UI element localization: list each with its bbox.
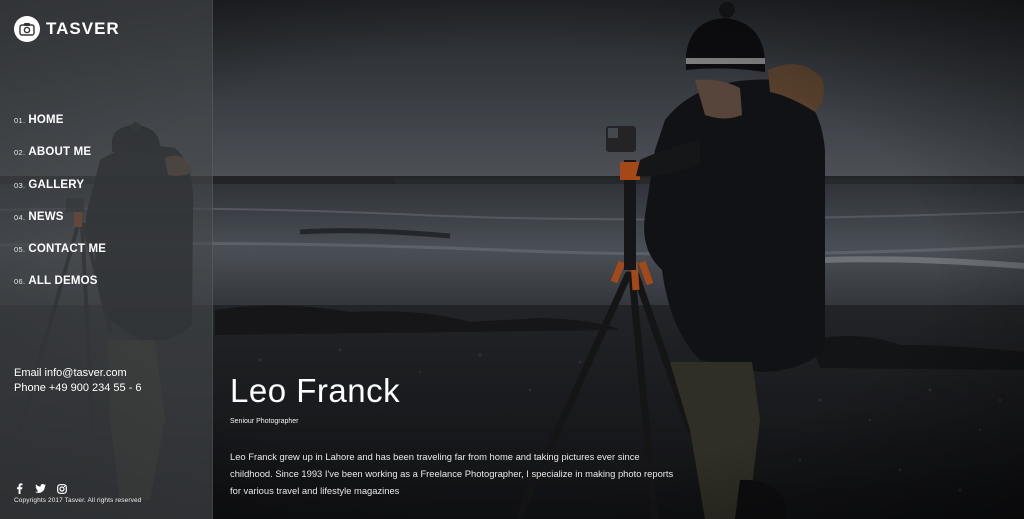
nav-item-label: NEWS	[28, 210, 64, 223]
nav-item-number: 04.	[14, 212, 26, 222]
nav-item-label: HOME	[28, 114, 64, 126]
brand-name: TASVER	[46, 19, 120, 38]
nav-item-number: 06.	[14, 277, 26, 287]
main-navigation: 01. HOME 02. ABOUT ME 03. GALLERY 04. NE…	[14, 114, 106, 308]
nav-item-label: GALLERY	[28, 178, 85, 191]
nav-item-label: CONTACT ME	[28, 243, 107, 256]
nav-item-number: 02.	[14, 148, 26, 158]
nav-item-news[interactable]: 04. NEWS	[14, 211, 106, 243]
contact-phone[interactable]: Phone +49 900 234 55 - 6	[14, 381, 142, 396]
nav-item-home[interactable]: 01. HOME	[14, 114, 106, 146]
nav-item-about-me[interactable]: 02. ABOUT ME	[14, 146, 106, 178]
camera-icon	[14, 16, 40, 42]
contact-info: Email info@tasver.com Phone +49 900 234 …	[14, 366, 142, 396]
hero-bio: Leo Franck grew up in Lahore and has bee…	[230, 451, 674, 496]
nav-item-label: ABOUT ME	[28, 146, 92, 159]
copyright-text: Copyrights 2017 Tasver. All rights reser…	[14, 497, 142, 504]
nav-item-number: 01.	[14, 116, 26, 125]
sidebar: TASVER 01. HOME 02. ABOUT ME 03. GALLERY…	[0, 0, 213, 519]
contact-email[interactable]: Email info@tasver.com	[14, 366, 142, 381]
nav-item-number: 03.	[14, 180, 26, 190]
hero-role: Seniour Photographer	[230, 418, 299, 425]
social-links	[14, 483, 67, 494]
instagram-icon[interactable]	[56, 483, 67, 494]
facebook-icon[interactable]	[14, 483, 25, 494]
nav-item-number: 05.	[14, 245, 26, 255]
nav-item-label: ALL DEMOS	[28, 275, 98, 288]
hero-name: Leo Franck	[230, 372, 401, 409]
nav-item-gallery[interactable]: 03. GALLERY	[14, 179, 106, 211]
twitter-icon[interactable]	[35, 483, 46, 494]
nav-item-contact-me[interactable]: 05. CONTACT ME	[14, 243, 106, 275]
nav-item-all-demos[interactable]: 06. ALL DEMOS	[14, 275, 106, 307]
brand-logo[interactable]: TASVER	[14, 16, 120, 42]
